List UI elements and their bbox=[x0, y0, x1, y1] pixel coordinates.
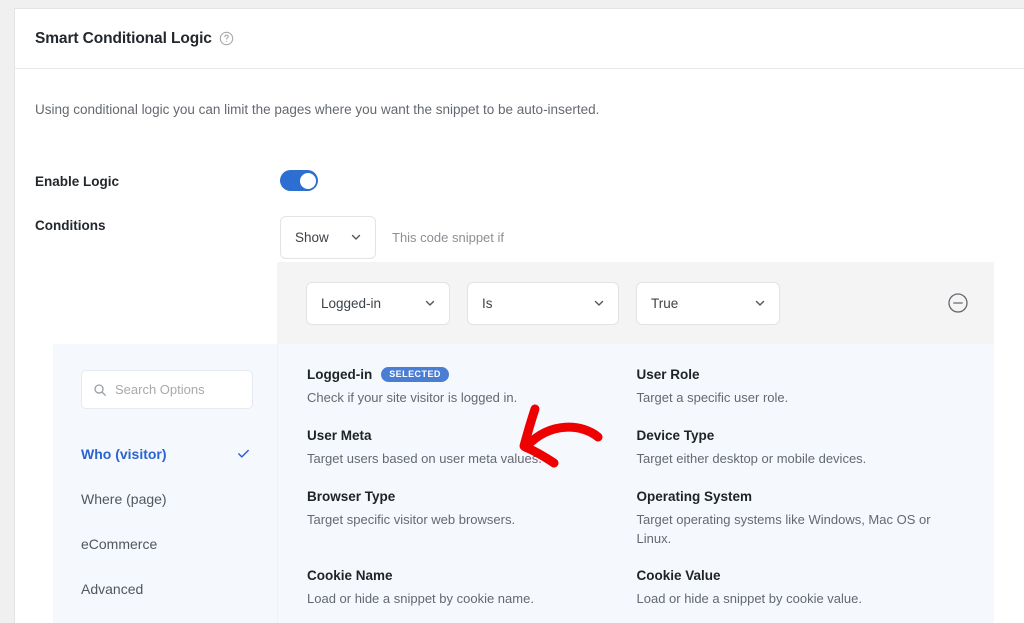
filter-item-who-visitor[interactable]: Who (visitor) bbox=[81, 431, 253, 476]
intro-text: Using conditional logic you can limit th… bbox=[35, 102, 600, 117]
option-user-meta[interactable]: User Meta Target users based on user met… bbox=[307, 419, 637, 480]
filter-item-advanced[interactable]: Advanced bbox=[81, 566, 253, 611]
status-badge: Selected bbox=[381, 367, 449, 382]
conditions-label: Conditions bbox=[35, 217, 106, 233]
condition-operator-value: Is bbox=[482, 295, 493, 311]
option-browser-type[interactable]: Browser Type Target specific visitor web… bbox=[307, 480, 637, 560]
option-title-wrap: User Role bbox=[637, 367, 943, 382]
check-icon bbox=[236, 446, 251, 461]
enable-logic-row: Enable Logic bbox=[35, 162, 1004, 200]
option-cookie-value[interactable]: Cookie Value Load or hide a snippet by c… bbox=[637, 559, 967, 620]
option-description: Check if your site visitor is logged in. bbox=[307, 390, 518, 405]
option-title: Device Type bbox=[636, 427, 715, 443]
filter-item-where-page[interactable]: Where (page) bbox=[81, 476, 253, 521]
option-title-wrap: Cookie Value bbox=[637, 568, 943, 583]
option-device-type[interactable]: Device Type Target either desktop or mob… bbox=[637, 419, 967, 480]
minus-circle-icon[interactable] bbox=[946, 291, 970, 315]
option-title: User Meta bbox=[307, 427, 372, 443]
option-user-role[interactable]: User Role Target a specific user role. bbox=[637, 358, 967, 419]
option-title: Logged-in bbox=[307, 367, 373, 382]
conditions-row: Conditions Show This code snippet if bbox=[35, 215, 1004, 259]
conditions-controls: Show This code snippet if bbox=[280, 215, 505, 259]
enable-logic-toggle[interactable] bbox=[280, 170, 318, 192]
panel-header: Smart Conditional Logic bbox=[15, 9, 1024, 69]
settings-panel: Smart Conditional Logic Using conditiona… bbox=[14, 8, 1024, 623]
page-title: Smart Conditional Logic bbox=[35, 29, 212, 47]
option-title: User Role bbox=[636, 367, 700, 382]
condition-value-select[interactable]: True bbox=[636, 281, 780, 325]
option-title: Cookie Value bbox=[636, 568, 721, 584]
filter-item-label: eCommerce bbox=[81, 535, 158, 552]
chevron-down-icon bbox=[754, 297, 766, 309]
filter-item-label: Where (page) bbox=[81, 490, 167, 507]
option-title-wrap: User Meta bbox=[307, 428, 613, 443]
help-circle-icon[interactable] bbox=[219, 31, 234, 46]
option-title: Operating System bbox=[636, 488, 753, 504]
search-icon bbox=[93, 383, 107, 397]
show-hide-select[interactable]: Show bbox=[280, 215, 376, 259]
filter-item-ecommerce[interactable]: eCommerce bbox=[81, 521, 253, 566]
filter-list: Who (visitor) Where (page) eCommerce Adv… bbox=[81, 431, 253, 611]
condition-subject-select[interactable]: Logged-in bbox=[306, 281, 450, 325]
option-title: Cookie Name bbox=[307, 568, 393, 584]
option-title-wrap: Operating System bbox=[637, 489, 943, 504]
option-title: Browser Type bbox=[307, 488, 396, 504]
condition-value-value: True bbox=[651, 295, 679, 311]
option-description: Target operating systems like Windows, M… bbox=[636, 511, 931, 546]
options-filter-sidebar: Who (visitor) Where (page) eCommerce Adv… bbox=[53, 344, 277, 623]
options-dropdown-panel: Logged-in Selected Check if your site vi… bbox=[277, 344, 994, 623]
option-title-wrap: Device Type bbox=[637, 428, 943, 443]
condition-operator-select[interactable]: Is bbox=[467, 281, 619, 325]
filter-item-label: Who (visitor) bbox=[81, 445, 167, 462]
chevron-down-icon bbox=[424, 297, 436, 309]
option-description: Target specific visitor web browsers. bbox=[307, 511, 516, 527]
option-operating-system[interactable]: Operating System Target operating system… bbox=[637, 480, 967, 560]
chevron-down-icon bbox=[350, 231, 362, 243]
option-description: Target a specific user role. bbox=[636, 390, 789, 405]
option-description: Load or hide a snippet by cookie value. bbox=[636, 591, 863, 607]
search-options-box[interactable] bbox=[81, 370, 253, 409]
option-title-wrap: Browser Type bbox=[307, 489, 613, 504]
option-cookie-name[interactable]: Cookie Name Load or hide a snippet by co… bbox=[307, 559, 637, 620]
conditions-hint: This code snippet if bbox=[392, 229, 505, 245]
panel-body: Using conditional logic you can limit th… bbox=[15, 69, 1024, 259]
option-description: Load or hide a snippet by cookie name. bbox=[307, 591, 534, 607]
option-description: Target users based on user meta values. bbox=[307, 450, 542, 466]
option-title-wrap: Cookie Name bbox=[307, 568, 613, 583]
enable-logic-label: Enable Logic bbox=[35, 174, 120, 190]
chevron-down-icon bbox=[593, 297, 605, 309]
option-logged-in[interactable]: Logged-in Selected Check if your site vi… bbox=[307, 358, 637, 419]
toggle-knob bbox=[299, 172, 316, 189]
option-description: Target either desktop or mobile devices. bbox=[636, 450, 867, 466]
show-hide-select-value: Show bbox=[295, 229, 329, 245]
option-title-wrap: Logged-in Selected bbox=[307, 367, 613, 382]
condition-subject-value: Logged-in bbox=[321, 295, 382, 311]
search-input[interactable] bbox=[115, 382, 241, 397]
condition-row: Logged-in Is True bbox=[277, 262, 994, 344]
filter-item-label: Advanced bbox=[81, 580, 144, 597]
